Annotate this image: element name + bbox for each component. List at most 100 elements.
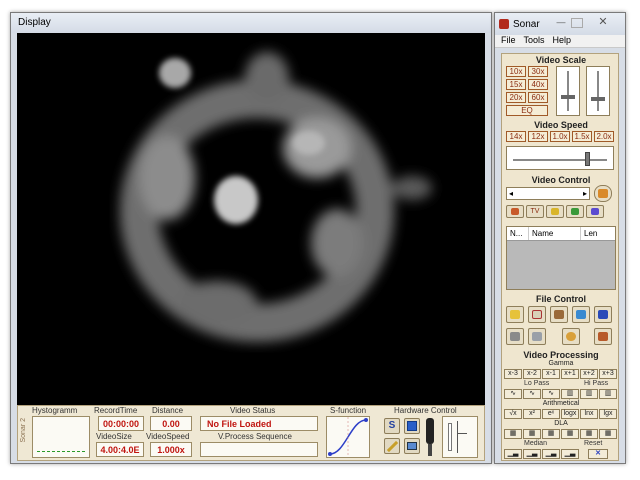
scale-15x-button[interactable]: 15x [506, 79, 526, 90]
lopass-wave-2-icon[interactable]: ∿ [523, 389, 541, 399]
sonar-window: Sonar — ✕ File Tools Help Video Scale 10… [494, 12, 626, 464]
monitor-button[interactable] [404, 438, 420, 454]
dla-2-icon[interactable]: ▦ [523, 429, 541, 439]
sonar-title: Sonar [513, 18, 540, 30]
dla-4-icon[interactable]: ▦ [561, 429, 579, 439]
median-1-icon[interactable]: ▁▃ [504, 449, 522, 459]
close-icon[interactable]: ✕ [595, 16, 611, 30]
maximize-icon[interactable] [571, 18, 583, 28]
speed-2-0x-button[interactable]: 2.0x [594, 131, 614, 142]
gamma-x-2-button[interactable]: x-2 [523, 369, 541, 379]
save-file-button[interactable] [594, 306, 612, 323]
exit-door-button[interactable] [594, 328, 612, 345]
speed-slider[interactable] [506, 146, 614, 170]
menu-tools[interactable]: Tools [524, 35, 545, 47]
scale-slider-left[interactable] [556, 66, 580, 116]
median-4-icon[interactable]: ▁▃ [561, 449, 579, 459]
tv-button[interactable]: TV [526, 205, 544, 218]
dla-3-icon[interactable]: ▦ [542, 429, 560, 439]
gamma-label: Gamma [548, 360, 574, 367]
gamma-x+1-button[interactable]: x+1 [561, 369, 579, 379]
arith-lnx-button[interactable]: lnx [580, 409, 598, 419]
distance-value: 0.00 [150, 416, 192, 431]
sonar-control-panel: Video Scale 10x 30x 15x 40x 20x 60x EQ V… [501, 53, 619, 461]
col-len[interactable]: Len [581, 227, 615, 240]
batch-button[interactable] [528, 328, 546, 345]
arith-logx-button[interactable]: logx [561, 409, 579, 419]
hipass-label: Hi Pass [584, 380, 609, 387]
lopass-wave-3-icon[interactable]: ∿ [542, 389, 560, 399]
arith-sqrt-button[interactable]: √x [504, 409, 522, 419]
stop-button[interactable] [566, 205, 584, 218]
median-2-icon[interactable]: ▁▃ [523, 449, 541, 459]
videosize-value: 4.00:4.0E [96, 442, 144, 457]
hipass-bars-1-icon[interactable]: ▥ [561, 389, 579, 399]
speed-1-5x-button[interactable]: 1.5x [572, 131, 592, 142]
rewind-button[interactable] [506, 205, 524, 218]
speed-14x-button[interactable]: 14x [506, 131, 526, 142]
histogram-box [32, 416, 90, 458]
play-button[interactable] [546, 205, 564, 218]
scale-10x-button[interactable]: 10x [506, 66, 526, 77]
dla-6-icon[interactable]: ▦ [599, 429, 617, 439]
reset-x-icon[interactable]: ✕ [588, 449, 608, 459]
speed-12x-button[interactable]: 12x [528, 131, 548, 142]
dla-5-icon[interactable]: ▦ [580, 429, 598, 439]
save-disk-button[interactable] [404, 418, 420, 434]
arith-square-button[interactable]: x² [523, 409, 541, 419]
brand-label: Sonar 2 [20, 418, 27, 443]
gamma-x-3-button[interactable]: x-3 [504, 369, 522, 379]
scale-60x-button[interactable]: 60x [528, 92, 548, 103]
arith-lgx-button[interactable]: lgx [599, 409, 617, 419]
speed-1-0x-button[interactable]: 1.0x [550, 131, 570, 142]
dla-label: DLA [554, 420, 568, 427]
scale-40x-button[interactable]: 40x [528, 79, 548, 90]
process-sequence-label: V.Process Sequence [218, 432, 292, 441]
menu-help[interactable]: Help [553, 35, 572, 47]
hardware-label: Hardware Control [394, 406, 457, 415]
open-file-button[interactable] [572, 306, 590, 323]
video-control-title: Video Control [531, 175, 591, 185]
settings-gear-button[interactable] [562, 328, 580, 345]
reset-label: Reset [584, 440, 603, 447]
distance-label: Distance [152, 406, 184, 415]
playlist-table[interactable]: N... Name Len [506, 226, 616, 290]
menu-bar: File Tools Help [495, 35, 625, 48]
sfunction-graph[interactable] [326, 416, 370, 458]
sfunction-label: S-function [330, 406, 367, 415]
print-button[interactable] [506, 328, 524, 345]
position-scrollbar[interactable]: ◂ ▸ [506, 187, 590, 200]
display-window: Display Sonar 2 Hystogramm RecordTime 00… [10, 12, 492, 464]
scale-slider-right[interactable] [586, 66, 610, 116]
delete-button[interactable] [550, 306, 568, 323]
gamma-x-1-button[interactable]: x-1 [542, 369, 560, 379]
recordtime-label: RecordTime [94, 406, 138, 415]
lopass-label: Lo Pass [524, 380, 550, 387]
sonar-titlebar: Sonar — ✕ [495, 13, 625, 35]
gamma-x+3-button[interactable]: x+3 [599, 369, 617, 379]
scale-30x-button[interactable]: 30x [528, 66, 548, 77]
lopass-wave-1-icon[interactable]: ∿ [504, 389, 522, 399]
dla-1-icon[interactable]: ▦ [504, 429, 522, 439]
open-folder-button[interactable] [506, 306, 524, 323]
median-3-icon[interactable]: ▁▃ [542, 449, 560, 459]
menu-file[interactable]: File [501, 35, 516, 47]
scale-eq-button[interactable]: EQ [506, 105, 548, 116]
minimize-icon[interactable]: — [553, 16, 569, 30]
col-name[interactable]: Name [529, 227, 581, 240]
hipass-bars-2-icon[interactable]: ▥ [580, 389, 598, 399]
edit-list-button[interactable] [528, 306, 546, 323]
pencil-button[interactable] [384, 438, 400, 454]
hipass-bars-3-icon[interactable]: ▥ [599, 389, 617, 399]
scale-20x-button[interactable]: 20x [506, 92, 526, 103]
file-control-title: File Control [536, 294, 586, 304]
video-display[interactable] [17, 33, 485, 419]
process-sequence-box [200, 442, 318, 457]
arith-exp-button[interactable]: eˣ [542, 409, 560, 419]
spin-control[interactable] [594, 185, 612, 202]
col-number[interactable]: N... [507, 227, 529, 240]
gamma-x+2-button[interactable]: x+2 [580, 369, 598, 379]
histogram-label: Hystogramm [32, 406, 78, 415]
s-button[interactable]: S [384, 418, 400, 434]
record-button[interactable] [586, 205, 604, 218]
